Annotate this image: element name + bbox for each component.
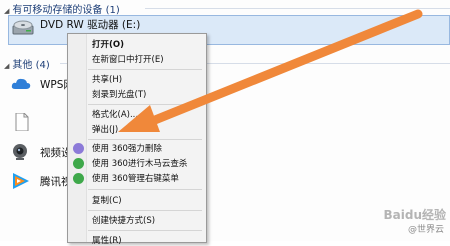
removable-devices-header[interactable]: ◢ 有可移动存储的设备 (1) (4, 1, 120, 16)
menu-separator (88, 230, 202, 231)
menu-separator (88, 189, 202, 190)
menu-item-open-new-window[interactable]: 在新窗口中打开(E) (92, 53, 164, 65)
webcam-icon (13, 144, 27, 160)
baidu-watermark: Baidu经验 (383, 208, 447, 222)
menu-separator (88, 210, 202, 211)
360-manage-icon (73, 173, 84, 184)
group-divider (145, 8, 450, 9)
menu-separator (88, 69, 202, 70)
menu-item-360-force-delete[interactable]: 使用 360强力删除 (92, 142, 162, 154)
menu-item-format[interactable]: 格式化(A)... (92, 108, 138, 120)
menu-item-open[interactable]: 打开(O) (92, 38, 124, 50)
menu-icon-gutter (68, 34, 87, 242)
menu-item-copy[interactable]: 复制(C) (92, 194, 122, 206)
collapse-triangle-icon: ◢ (4, 62, 10, 70)
menu-item-360-trojan-scan[interactable]: 使用 360进行木马云查杀 (92, 157, 187, 169)
dvd-drive-icon (12, 20, 34, 35)
360-delete-icon (73, 143, 84, 154)
author-credit: @世界云 (407, 225, 444, 235)
context-menu: 打开(O) 在新窗口中打开(E) 共享(H) 刻录到光盘(T) 格式化(A)..… (67, 33, 207, 246)
other-header-label: 其他 (4) (12, 60, 50, 71)
menu-item-burn-to-disc[interactable]: 刻录到光盘(T) (92, 88, 146, 100)
file-icon (15, 113, 29, 131)
menu-separator (88, 104, 202, 105)
menu-item-create-shortcut[interactable]: 创建快捷方式(S) (92, 214, 155, 226)
cloud-icon (11, 78, 31, 89)
explorer-window: ◢ 有可移动存储的设备 (1) DVD RW 驱动器 (E:) ◢ 其他 (4) W… (0, 0, 450, 246)
menu-item-share[interactable]: 共享(H) (92, 73, 122, 85)
collapse-triangle-icon: ◢ (4, 7, 10, 15)
menu-separator (88, 139, 202, 140)
menu-item-properties[interactable]: 属性(R) (92, 234, 122, 246)
menu-item-eject[interactable]: 弹出(J) (92, 123, 118, 135)
360-shield-icon (73, 158, 84, 169)
drive-label[interactable]: DVD RW 驱动器 (E:) (40, 17, 140, 32)
other-header[interactable]: ◢ 其他 (4) (4, 56, 50, 71)
tencent-video-icon (13, 173, 29, 189)
menu-item-360-manage-menu[interactable]: 使用 360管理右键菜单 (92, 172, 179, 184)
